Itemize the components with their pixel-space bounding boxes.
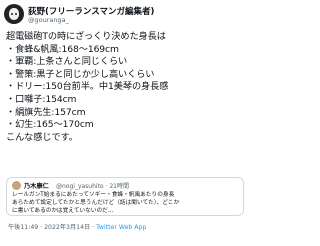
tweet-header: 荻野(フリーランスマンガ編集者) @gouranga_ <box>4 3 246 29</box>
tweet-line: ・警策:黒子と同じか少し高いくらい <box>6 68 155 80</box>
tweet-meta: 午後11:49 · 2022年3月14日 · Twitter Web App <box>8 222 146 231</box>
quoted-tweet[interactable]: 乃木康仁 @nogi_yasuhito · 21時間 レールガンT始まるにあたっ… <box>6 177 244 216</box>
author-handle[interactable]: @gouranga_ <box>28 16 69 24</box>
tweet-timestamp[interactable]: 午後11:49 · 2022年3月14日 · <box>8 224 96 231</box>
tweet-line: ・軍覇:上条さんと同じくらい <box>6 56 128 68</box>
tweet-line: ・口囃子:154cm <box>6 93 77 105</box>
tweet-line: ・絹旗先生:157cm <box>6 106 86 118</box>
quoted-text-line: に書いてあるのかは覚えていないのだ… <box>12 208 114 214</box>
tweet-body: 超電磁砲Tの時にざっくり決めた身長は ・食蜂&帆風:168〜169cm ・軍覇:… <box>6 31 246 144</box>
tweet-line: ・幻生:165〜170cm <box>6 119 94 131</box>
author-avatar[interactable] <box>4 4 24 24</box>
tweet-client-link[interactable]: Twitter Web App <box>96 224 146 231</box>
tweet-line: こんな感じです。 <box>6 131 78 143</box>
tweet-line: ・食蜂&帆風:168〜169cm <box>6 43 119 55</box>
quoted-author-avatar[interactable] <box>12 181 21 190</box>
quoted-author-name[interactable]: 乃木康仁 <box>24 181 49 190</box>
quoted-text-line: あらためて設定してたかと思うんだけど（話は聞いてた）、どこか <box>12 200 180 206</box>
quoted-text-line: レールガンT始まるにあたってソギー・食蜂・帆風あたりの身長 <box>12 192 175 198</box>
quoted-author-handle: @nogi_yasuhito · 21時間 <box>56 183 129 190</box>
tweet-line: 超電磁砲Tの時にざっくり決めた身長は <box>6 31 166 42</box>
tweet-line: ・ドリー:150台前半。中1美琴の身長感 <box>6 81 169 93</box>
